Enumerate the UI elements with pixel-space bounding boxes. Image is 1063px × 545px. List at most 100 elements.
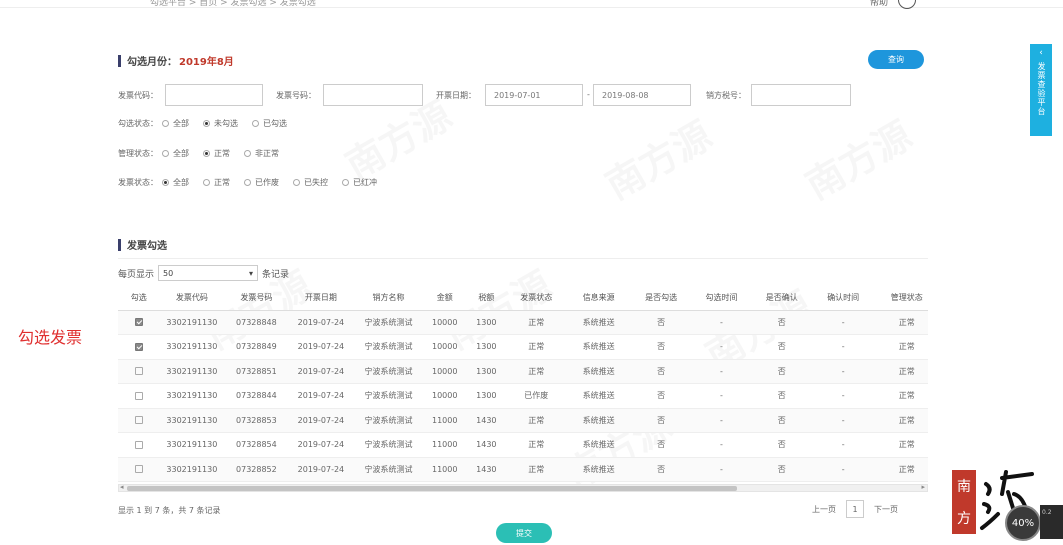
chevron-left-icon: ‹ — [1039, 48, 1043, 58]
row-checkbox-cell[interactable] — [118, 335, 160, 360]
issue-date-label: 开票日期： — [436, 91, 476, 100]
cell-tax: 1300 — [476, 366, 497, 376]
row-checkbox[interactable] — [134, 440, 143, 449]
query-button[interactable]: 查询 — [868, 50, 924, 69]
radio-option[interactable]: 全部 — [162, 177, 189, 188]
cell-check-time: - — [720, 440, 723, 450]
radio-option-label: 已作废 — [255, 178, 279, 187]
cell-number: 07328848 — [236, 317, 277, 327]
radio-option[interactable]: 正常 — [203, 148, 230, 159]
row-checkbox[interactable] — [134, 367, 143, 376]
radio-option[interactable]: 已勾选 — [252, 118, 287, 129]
radio-icon[interactable] — [293, 179, 300, 186]
top-bar: 勾选平台 > 首页 > 发票勾选 > 发票勾选 帮助 — [0, 0, 1063, 9]
zoom-side-panel: 0.2 — [1040, 505, 1063, 539]
radio-option-label: 正常 — [214, 178, 230, 187]
row-checkbox[interactable] — [134, 318, 143, 327]
help-icon[interactable] — [898, 0, 916, 9]
cell-tax: 1430 — [476, 464, 497, 474]
cell-code: 3302191130 — [166, 342, 218, 352]
table-row[interactable]: 3302191130 07328849 2019-07-24 宁波系统测试 10000 1… — [118, 335, 928, 360]
table-row[interactable]: 3302191130 07328844 2019-07-24 宁波系统测试 10000 1… — [118, 384, 928, 409]
row-checkbox[interactable] — [134, 391, 143, 400]
table-row[interactable]: 3302191130 07328848 2019-07-24 宁波系统测试 10000 1… — [118, 310, 928, 335]
cell-date: 2019-07-24 — [297, 415, 345, 425]
cell-is-checked: 否 — [657, 464, 666, 474]
cell-check-time: - — [720, 366, 723, 376]
record-count: 显示 1 到 7 条，共 7 条记录 — [118, 506, 221, 515]
prev-page-button[interactable]: 上一页 — [812, 504, 836, 515]
cell-seller: 宁波系统测试 — [364, 366, 413, 376]
radio-icon[interactable] — [244, 150, 251, 157]
radio-option[interactable]: 全部 — [162, 148, 189, 159]
cell-seller: 宁波系统测试 — [364, 440, 413, 450]
radio-icon[interactable] — [203, 120, 210, 127]
table-row[interactable]: 3302191130 07328851 2019-07-24 宁波系统测试 10000 1… — [118, 359, 928, 384]
cell-tax: 1300 — [476, 317, 497, 327]
row-checkbox-cell[interactable] — [118, 310, 160, 335]
radio-icon[interactable] — [252, 120, 259, 127]
radio-option[interactable]: 已红冲 — [342, 177, 377, 188]
radio-icon[interactable] — [162, 150, 169, 157]
seller-tax-input[interactable] — [751, 84, 851, 106]
cell-amount: 10000 — [431, 366, 458, 376]
column-header: 确认时间 — [827, 293, 860, 303]
cell-tax: 1430 — [476, 440, 497, 450]
row-checkbox[interactable] — [134, 416, 143, 425]
next-page-button[interactable]: 下一页 — [874, 504, 898, 515]
cell-confirmed: 否 — [777, 391, 786, 401]
zoom-indicator[interactable]: 40% — [1005, 505, 1041, 541]
invoice-number-input[interactable] — [323, 84, 423, 106]
row-checkbox-cell[interactable] — [118, 359, 160, 384]
table-row[interactable]: 3302191130 07328852 2019-07-24 宁波系统测试 11000 1… — [118, 457, 928, 482]
scroll-left-icon[interactable]: ◂ — [120, 483, 124, 491]
date-end-input[interactable]: 2019-08-08 — [593, 84, 691, 106]
row-checkbox-cell[interactable] — [118, 384, 160, 409]
cell-tax: 1300 — [476, 342, 497, 352]
radio-icon[interactable] — [203, 179, 210, 186]
radio-option[interactable]: 非正常 — [244, 148, 279, 159]
table-row[interactable]: 3302191130 07328854 2019-07-24 宁波系统测试 11000 1… — [118, 433, 928, 458]
radio-icon[interactable] — [203, 150, 210, 157]
radio-icon[interactable] — [244, 179, 251, 186]
dropdown-arrow-icon: ▾ — [249, 268, 254, 278]
cell-confirm-time: - — [841, 391, 845, 401]
table-row[interactable]: 3302191130 07328853 2019-07-24 宁波系统测试 11000 1… — [118, 408, 928, 433]
radio-option-label: 已失控 — [304, 178, 328, 187]
row-checkbox[interactable] — [134, 465, 143, 474]
column-header: 勾选 — [130, 293, 147, 303]
cell-manage: 正常 — [898, 464, 915, 474]
help-link[interactable]: 帮助 — [870, 0, 888, 8]
cell-number: 07328844 — [236, 391, 277, 401]
radio-option[interactable]: 未勾选 — [203, 118, 238, 129]
logo-seal: 南 方 — [952, 470, 976, 534]
scrollbar-thumb[interactable] — [127, 486, 737, 491]
per-page-select[interactable]: 50 ▾ — [158, 265, 259, 281]
column-header: 发票代码 — [175, 293, 208, 303]
radio-option[interactable]: 正常 — [203, 177, 230, 188]
row-checkbox-cell[interactable] — [118, 433, 160, 458]
cell-is-checked: 否 — [657, 342, 666, 352]
horizontal-scrollbar[interactable]: ◂ ▸ — [118, 483, 928, 492]
row-checkbox-cell[interactable] — [118, 408, 160, 433]
row-checkbox[interactable] — [134, 342, 143, 351]
page-number-button[interactable]: 1 — [846, 500, 864, 518]
invoice-code-input[interactable] — [165, 84, 263, 106]
cell-check-time: - — [720, 415, 723, 425]
radio-icon[interactable] — [342, 179, 349, 186]
radio-icon[interactable] — [162, 120, 169, 127]
cell-manage: 正常 — [898, 342, 915, 352]
title-bar — [118, 54, 121, 67]
cell-confirmed: 否 — [777, 342, 786, 352]
radio-option[interactable]: 已作废 — [244, 177, 279, 188]
side-tab-verify-platform[interactable]: ‹ 发票查验平台 — [1030, 44, 1052, 136]
radio-option[interactable]: 全部 — [162, 118, 189, 129]
radio-option[interactable]: 已失控 — [293, 177, 328, 188]
scroll-right-icon[interactable]: ▸ — [921, 483, 925, 491]
date-start-input[interactable]: 2019-07-01 — [485, 84, 583, 106]
submit-button[interactable]: 提交 — [496, 523, 552, 543]
row-checkbox-cell[interactable] — [118, 457, 160, 482]
radio-icon[interactable] — [162, 179, 169, 186]
cell-amount: 11000 — [431, 464, 458, 474]
cell-code: 3302191130 — [166, 317, 218, 327]
